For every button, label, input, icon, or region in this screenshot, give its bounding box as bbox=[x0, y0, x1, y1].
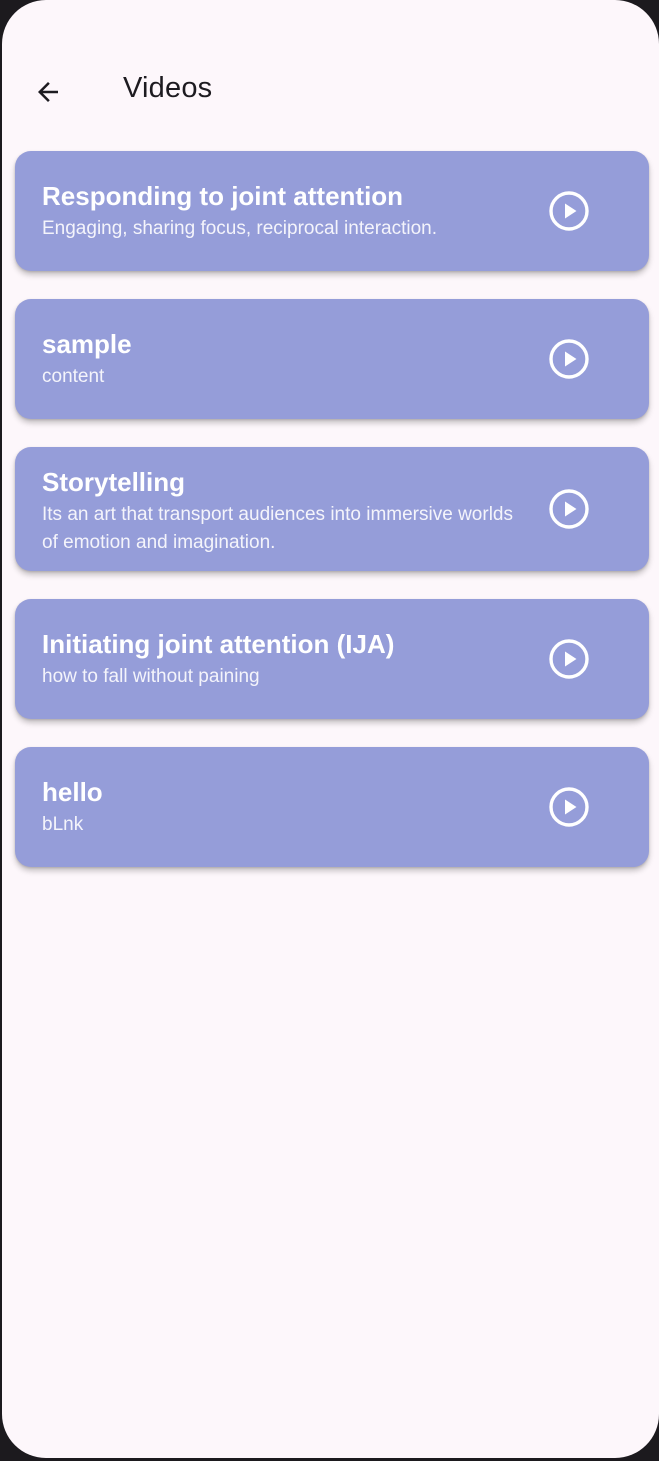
video-title: Storytelling bbox=[42, 467, 186, 497]
play-circle-icon bbox=[549, 339, 589, 379]
play-circle-icon bbox=[549, 787, 589, 827]
video-title: sample bbox=[42, 329, 132, 359]
play-button[interactable] bbox=[547, 337, 591, 381]
video-title: Responding to joint attention bbox=[42, 181, 404, 211]
video-title: Initiating joint attention (IJA) bbox=[42, 629, 395, 659]
video-title: hello bbox=[42, 777, 103, 807]
arrow-left-icon bbox=[38, 82, 58, 102]
video-description: bLnk bbox=[42, 814, 84, 835]
play-button[interactable] bbox=[547, 785, 591, 829]
video-card[interactable]: Initiating joint attention (IJA) how to … bbox=[15, 599, 649, 719]
play-circle-icon bbox=[549, 191, 589, 231]
back-button[interactable] bbox=[24, 68, 72, 116]
video-card[interactable]: Responding to joint attention Engaging, … bbox=[15, 151, 649, 271]
video-description: Its an art that transport audiences into… bbox=[42, 504, 513, 553]
video-description: how to fall without paining bbox=[42, 666, 260, 687]
video-list: Responding to joint attention Engaging, … bbox=[15, 151, 649, 895]
video-description: content bbox=[42, 366, 105, 387]
play-circle-icon bbox=[549, 489, 589, 529]
video-card[interactable]: Storytelling Its an art that transport a… bbox=[15, 447, 649, 571]
play-circle-icon bbox=[549, 639, 589, 679]
video-description: Engaging, sharing focus, reciprocal inte… bbox=[42, 218, 438, 239]
play-button[interactable] bbox=[547, 487, 591, 531]
screen: Videos Responding to joint attention Eng… bbox=[2, 0, 659, 1458]
play-button[interactable] bbox=[547, 189, 591, 233]
app-bar: Videos bbox=[2, 50, 659, 130]
play-button[interactable] bbox=[547, 637, 591, 681]
video-card[interactable]: sample content bbox=[15, 299, 649, 419]
video-card[interactable]: hello bLnk bbox=[15, 747, 649, 867]
page-title: Videos bbox=[123, 72, 213, 104]
